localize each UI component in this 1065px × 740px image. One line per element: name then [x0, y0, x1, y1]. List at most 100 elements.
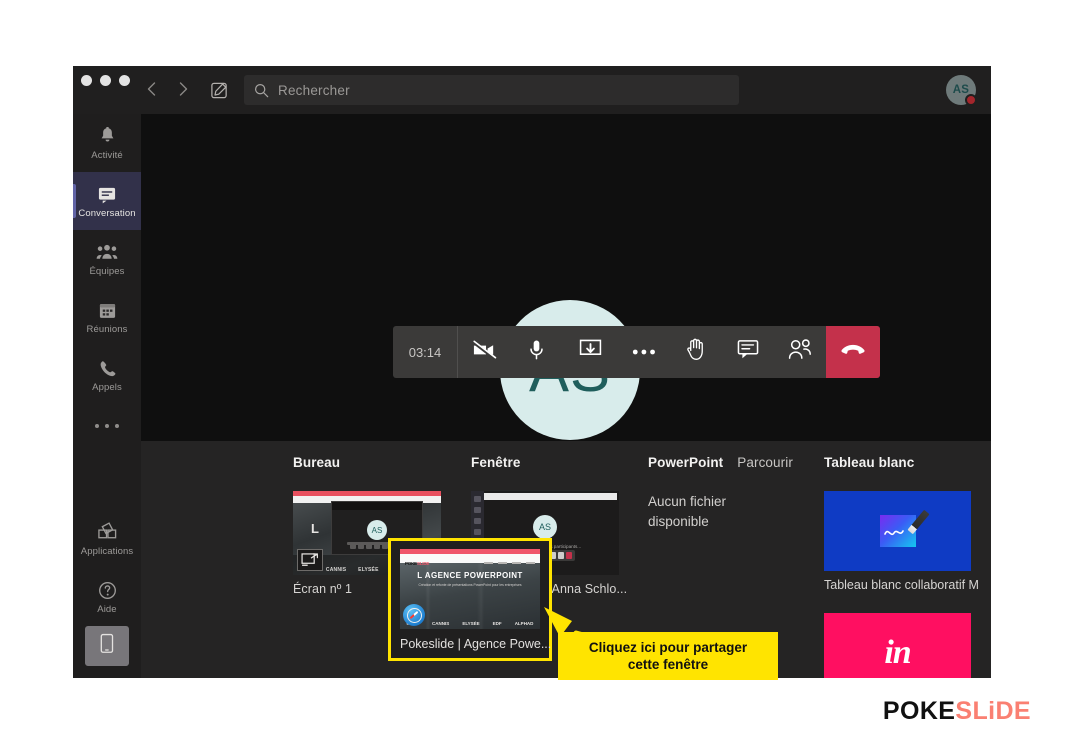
sidebar-label-aide: Aide: [97, 604, 117, 615]
invision-thumbnail[interactable]: in: [824, 613, 971, 678]
thumbnail-site-navbar: POKESLIDE: [400, 554, 540, 566]
powerpoint-header-row: PowerPoint Parcourir: [648, 455, 808, 470]
phone-icon: [96, 357, 118, 379]
compose-icon[interactable]: [207, 78, 231, 102]
meeting-stage: AS 03:14: [141, 114, 991, 441]
sidebar-label-equipes: Équipes: [89, 266, 125, 277]
sidebar-item-aide[interactable]: Aide: [73, 568, 141, 626]
chat-button[interactable]: [722, 326, 774, 378]
rail-bottom-group: Applications Aide: [73, 510, 141, 678]
pokeslide-thumbnail[interactable]: POKESLIDE L AGENCE POWERPOINT Création e…: [400, 549, 540, 629]
thumbnail-toolbar-item: [374, 543, 380, 549]
callout-line-1: Cliquez ici pour partager: [588, 640, 748, 655]
column-title-desktop: Bureau: [293, 455, 341, 470]
sidebar-label-activite: Activité: [91, 150, 123, 161]
sidebar-label-applications: Applications: [80, 546, 134, 557]
microsoft-whiteboard-thumbnail[interactable]: [824, 491, 971, 571]
screenshot-root: Rechercher AS Activité Conversation Équi…: [0, 0, 1065, 740]
thumbnail-window-titlebar: [332, 502, 422, 510]
back-icon[interactable]: [143, 78, 159, 100]
sidebar-item-applications[interactable]: Applications: [73, 510, 141, 568]
thumbnail-hero-subtitle: Création et refonte de présentations Pow…: [418, 583, 522, 587]
sidebar-label-appels: Appels: [92, 382, 122, 393]
search-bar[interactable]: Rechercher: [244, 75, 739, 105]
chat-icon: [737, 339, 759, 365]
participants-icon: [788, 339, 812, 365]
whiteboard-card-microsoft[interactable]: Tableau blanc collaboratif M: [824, 491, 979, 592]
sidebar-label-conversation: Conversation: [78, 208, 136, 219]
thumbnail-toolbar-item: [558, 552, 564, 559]
more-options-button[interactable]: [618, 326, 670, 378]
raise-hand-icon: [686, 338, 707, 366]
logo-part-poke: POKE: [882, 697, 956, 725]
sidebar-more-button[interactable]: [73, 404, 141, 448]
column-title-powerpoint: PowerPoint: [648, 455, 724, 470]
camera-off-button[interactable]: [458, 326, 510, 378]
people-icon: [96, 241, 118, 263]
camera-off-icon: [471, 339, 497, 365]
sidebar-item-appels[interactable]: Appels: [73, 346, 141, 404]
whiteboard-card-invision[interactable]: in hand by InVision: [824, 613, 979, 678]
thumbnail-avatar: AS: [533, 515, 557, 539]
brand-logo: ELYSÉE: [358, 567, 379, 573]
callout-line-2: cette fenêtre: [627, 657, 709, 672]
safari-needle-icon: [409, 610, 419, 620]
title-bar: Rechercher AS: [73, 66, 991, 114]
column-title-window: Fenêtre: [471, 455, 521, 470]
thumbnail-toolbar-item: [366, 543, 372, 549]
search-icon: [254, 83, 269, 98]
close-window-button[interactable]: [81, 75, 92, 86]
microphone-button[interactable]: [510, 326, 562, 378]
thumbnail-rail-item: [474, 518, 481, 524]
nav-item: [498, 561, 507, 564]
sidebar-item-reunions[interactable]: Réunions: [73, 288, 141, 346]
thumbnail-toolbar-hangup: [566, 552, 572, 559]
avatar[interactable]: AS: [946, 75, 977, 106]
question-circle-icon: [96, 579, 118, 601]
callout-tooltip: Cliquez ici pour partager cette fenêtre: [558, 632, 778, 680]
navigation-arrows[interactable]: [143, 78, 191, 100]
more-options-icon: [632, 343, 656, 361]
thumbnail-hero-letter: L: [311, 521, 319, 536]
share-column-whiteboard: Tableau blanc Tableau blanc collaboratif…: [824, 455, 979, 678]
left-rail: Activité Conversation Équipes Réunions A…: [73, 114, 141, 678]
maximize-window-button[interactable]: [119, 75, 130, 86]
participants-button[interactable]: [774, 326, 826, 378]
column-title-whiteboard: Tableau blanc: [824, 455, 915, 470]
apps-icon: [96, 521, 118, 543]
nav-item: [484, 561, 493, 564]
call-timer: 03:14: [393, 326, 458, 378]
raise-hand-button[interactable]: [670, 326, 722, 378]
minimize-window-button[interactable]: [100, 75, 111, 86]
thumbnail-toolbar-item: [358, 543, 364, 549]
forward-icon[interactable]: [175, 78, 191, 100]
brand-logo: ELYSÉE: [462, 621, 480, 626]
more-dot-icon: [95, 424, 99, 428]
safari-icon: [403, 604, 425, 626]
hangup-icon: [840, 343, 866, 361]
sidebar-item-equipes[interactable]: Équipes: [73, 230, 141, 288]
share-screen-icon: [297, 549, 323, 571]
download-mobile-app-button[interactable]: [85, 626, 129, 666]
brand-logo: CANNIS: [432, 621, 450, 626]
hangup-button[interactable]: [826, 326, 880, 378]
whiteboard-caption-microsoft: Tableau blanc collaboratif M: [824, 578, 979, 592]
thumbnail-window-titlebar: [484, 493, 617, 500]
window-controls[interactable]: [81, 75, 130, 86]
share-column-powerpoint: PowerPoint Parcourir Aucun fichier dispo…: [648, 455, 808, 532]
search-placeholder: Rechercher: [278, 82, 350, 98]
brand-logo: CANNIS: [325, 567, 347, 573]
browse-button[interactable]: Parcourir: [737, 455, 793, 470]
thumbnail-rail-item: [474, 529, 481, 535]
calendar-icon: [96, 299, 118, 321]
share-screen-button[interactable]: [562, 326, 618, 378]
microsoft-whiteboard-icon: [879, 509, 930, 547]
call-toolbar: 03:14: [393, 326, 880, 378]
status-badge: [965, 94, 977, 106]
sidebar-item-activite[interactable]: Activité: [73, 114, 141, 172]
logo-part-slide: SLiDE: [955, 697, 1031, 725]
pokeslide-logo: POKESLiDE: [883, 697, 1031, 726]
sidebar-label-reunions: Réunions: [86, 324, 128, 335]
microphone-icon: [528, 339, 545, 366]
sidebar-item-conversation[interactable]: Conversation: [73, 172, 141, 230]
